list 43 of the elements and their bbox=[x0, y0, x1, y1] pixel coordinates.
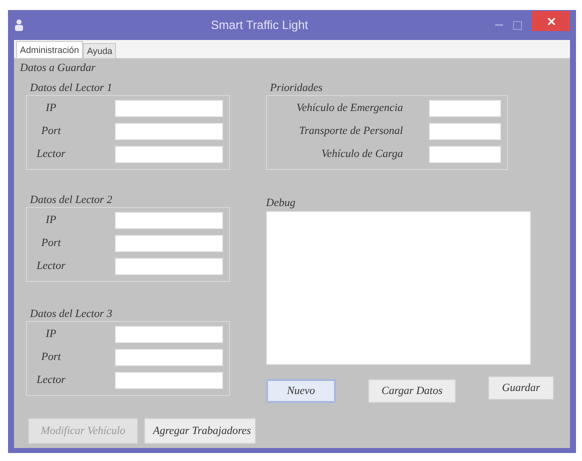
field-label: Lector bbox=[36, 148, 66, 160]
field-label: IP bbox=[44, 214, 58, 226]
input-field[interactable] bbox=[115, 372, 223, 388]
field-label: Transporte de Personal bbox=[298, 125, 403, 137]
field-label: IP bbox=[44, 102, 58, 114]
input-field[interactable] bbox=[115, 326, 223, 342]
input-field[interactable] bbox=[115, 122, 223, 140]
group-title: Datos del Lector 2 bbox=[29, 194, 114, 207]
close-button[interactable] bbox=[532, 11, 570, 31]
input-field[interactable] bbox=[115, 348, 223, 366]
input-field[interactable] bbox=[115, 212, 223, 228]
button[interactable]: Agregar Trabajadores bbox=[144, 418, 256, 444]
tab[interactable]: Administración bbox=[16, 41, 84, 58]
input-field[interactable] bbox=[115, 234, 223, 252]
tab[interactable]: Ayuda bbox=[83, 43, 116, 58]
debug-label: Debug bbox=[266, 197, 296, 211]
minimize-button[interactable] bbox=[495, 24, 503, 26]
button[interactable]: Guardar bbox=[488, 376, 554, 400]
field-label: Vehículo de Emergencia bbox=[296, 102, 403, 114]
field-label: Lector bbox=[36, 260, 66, 272]
input-field[interactable] bbox=[429, 100, 501, 116]
debug-output[interactable] bbox=[266, 211, 531, 365]
input-field[interactable] bbox=[115, 100, 223, 116]
section-label: Datos a Guardar bbox=[20, 62, 96, 76]
field-label: IP bbox=[44, 328, 58, 340]
group-title: Datos del Lector 1 bbox=[29, 82, 114, 95]
input-field[interactable] bbox=[115, 258, 223, 274]
field-label: Lector bbox=[36, 374, 66, 386]
field-label: Vehículo de Carga bbox=[320, 148, 403, 160]
button[interactable]: Nuevo bbox=[266, 379, 336, 403]
maximize-button[interactable] bbox=[513, 20, 522, 30]
window-title: Smart Traffic Light bbox=[210, 18, 310, 32]
group-title: Datos del Lector 3 bbox=[29, 308, 114, 321]
input-field[interactable] bbox=[115, 146, 223, 162]
input-field[interactable] bbox=[429, 122, 501, 140]
close-icon bbox=[548, 18, 554, 24]
field-label: Port bbox=[40, 237, 62, 249]
app-icon bbox=[14, 19, 24, 31]
field-label: Port bbox=[40, 125, 62, 137]
input-field[interactable] bbox=[429, 146, 501, 162]
group-title: Prioridades bbox=[269, 82, 324, 95]
field-label: Port bbox=[40, 351, 62, 363]
button[interactable]: Cargar Datos bbox=[368, 379, 456, 403]
